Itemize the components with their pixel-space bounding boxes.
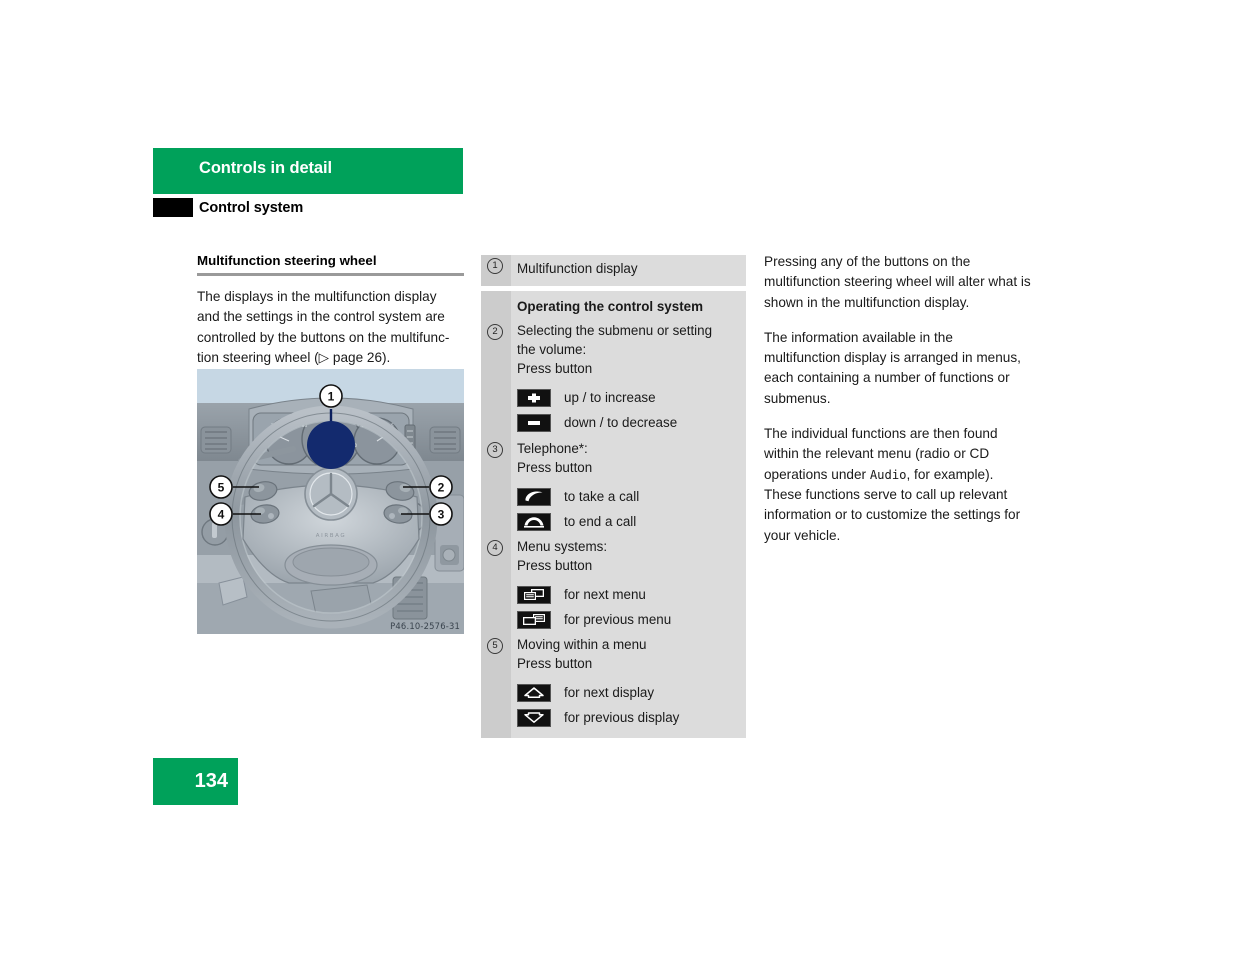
legend-item-4-line1: Menu systems: (517, 539, 608, 554)
body-line: and the settings in the control system a… (197, 309, 445, 325)
svg-text:AIRBAG: AIRBAG (316, 533, 347, 539)
callout-marker-4: 4 (487, 540, 503, 556)
callout-marker-5: 5 (487, 638, 503, 654)
legend-item-2-line3: Press button (517, 361, 593, 376)
legend-item-2: 2 Selecting the submenu or setting the v… (481, 319, 746, 378)
svg-text:4: 4 (218, 508, 225, 522)
middle-legend-column: 1 Multifunction display Operating the co… (481, 255, 746, 738)
previous-menu-icon (517, 610, 551, 629)
button-row-volume-down: down / to decrease (481, 410, 746, 435)
body-line-page-reference: tion steering wheel (▷ page 26). (197, 349, 391, 365)
legend-item-3: 3 Telephone*: Press button (481, 439, 746, 477)
right-paragraph-2: The information available in the multifu… (764, 329, 1021, 406)
svg-text:5: 5 (218, 481, 225, 495)
page-number-band: 134 (153, 758, 238, 805)
arrow-down-icon (517, 708, 551, 727)
operating-heading-row: Operating the control system (481, 291, 746, 319)
callout-marker-1: 1 (487, 258, 503, 274)
legend-item-5: 5 Moving within a menu Press button (481, 635, 746, 673)
button-row-next-menu: for next menu (481, 582, 746, 607)
left-text-column: Multifunction steering wheel The display… (197, 252, 465, 368)
button-label-next-menu: for next menu (564, 587, 646, 602)
steering-wheel-figure: 2080 60140 160 15 (197, 369, 464, 634)
legend-item-4-line2: Press button (517, 558, 593, 573)
button-row-previous-menu: for previous menu (481, 607, 746, 632)
next-menu-icon (517, 585, 551, 604)
button-label-end-call: to end a call (564, 514, 637, 529)
callout-marker-2: 2 (487, 324, 503, 340)
steering-wheel-illustration: 2080 60140 160 15 (197, 369, 464, 634)
button-row-take-call: to take a call (481, 484, 746, 509)
phone-pickup-icon (517, 487, 551, 506)
callout-marker-3: 3 (487, 442, 503, 458)
button-label-previous-display: for previous display (564, 710, 680, 725)
legend-panel-first: 1 Multifunction display (481, 255, 746, 286)
svg-text:1: 1 (328, 390, 335, 404)
audio-menu-name: Audio (869, 467, 907, 482)
button-row-volume-up: up / to increase (481, 385, 746, 410)
legend-item-2-line1: Selecting the submenu or setting (517, 323, 713, 338)
legend-item-1: 1 Multifunction display (481, 255, 746, 286)
right-paragraph-3: The individual functions are then found … (764, 424, 1032, 546)
heading-rule (197, 273, 464, 276)
page-number: 134 (194, 770, 228, 792)
legend-item-3-line2: Press button (517, 460, 593, 475)
button-row-next-display: for next display (481, 680, 746, 705)
figure-reference-code: P46.10-2576-31 (390, 621, 460, 631)
body-line: controlled by the buttons on the multifu… (197, 329, 450, 345)
chapter-header-band: Controls in detail (153, 148, 463, 194)
button-row-end-call: to end a call (481, 509, 746, 534)
button-label-volume-down: down / to decrease (564, 415, 678, 430)
legend-item-5-line2: Press button (517, 656, 593, 671)
button-row-previous-display: for previous display (481, 705, 746, 730)
legend-item-3-line1: Telephone*: (517, 441, 588, 456)
chapter-title: Controls in detail (199, 159, 332, 177)
body-line: The displays in the multifunction displa… (197, 289, 437, 304)
section-title: Control system (199, 200, 304, 216)
left-column-body: The displays in the multifunction displa… (197, 287, 465, 368)
legend-item-1-text: Multifunction display (517, 261, 638, 276)
operating-heading: Operating the control system (517, 299, 704, 314)
legend-panel-main: Operating the control system 2 Selecting… (481, 291, 746, 738)
right-paragraph-1: Pressing any of the buttons on the multi… (764, 254, 1031, 310)
plus-icon (517, 388, 551, 407)
minus-icon (517, 413, 551, 432)
button-label-take-call: to take a call (564, 489, 640, 504)
left-column-heading: Multifunction steering wheel (197, 253, 377, 268)
right-text-column: Pressing any of the buttons on the multi… (764, 252, 1032, 561)
legend-item-5-line1: Moving within a menu (517, 637, 647, 652)
svg-text:2: 2 (438, 481, 445, 495)
legend-item-2-line2: the volume: (517, 342, 587, 357)
section-marker-block (153, 198, 193, 217)
legend-item-4: 4 Menu systems: Press button (481, 537, 746, 575)
button-label-next-display: for next display (564, 685, 655, 700)
button-label-previous-menu: for previous menu (564, 612, 672, 627)
button-label-volume-up: up / to increase (564, 390, 656, 405)
svg-text:3: 3 (438, 508, 445, 522)
arrow-up-icon (517, 683, 551, 702)
phone-hangup-icon (517, 512, 551, 531)
